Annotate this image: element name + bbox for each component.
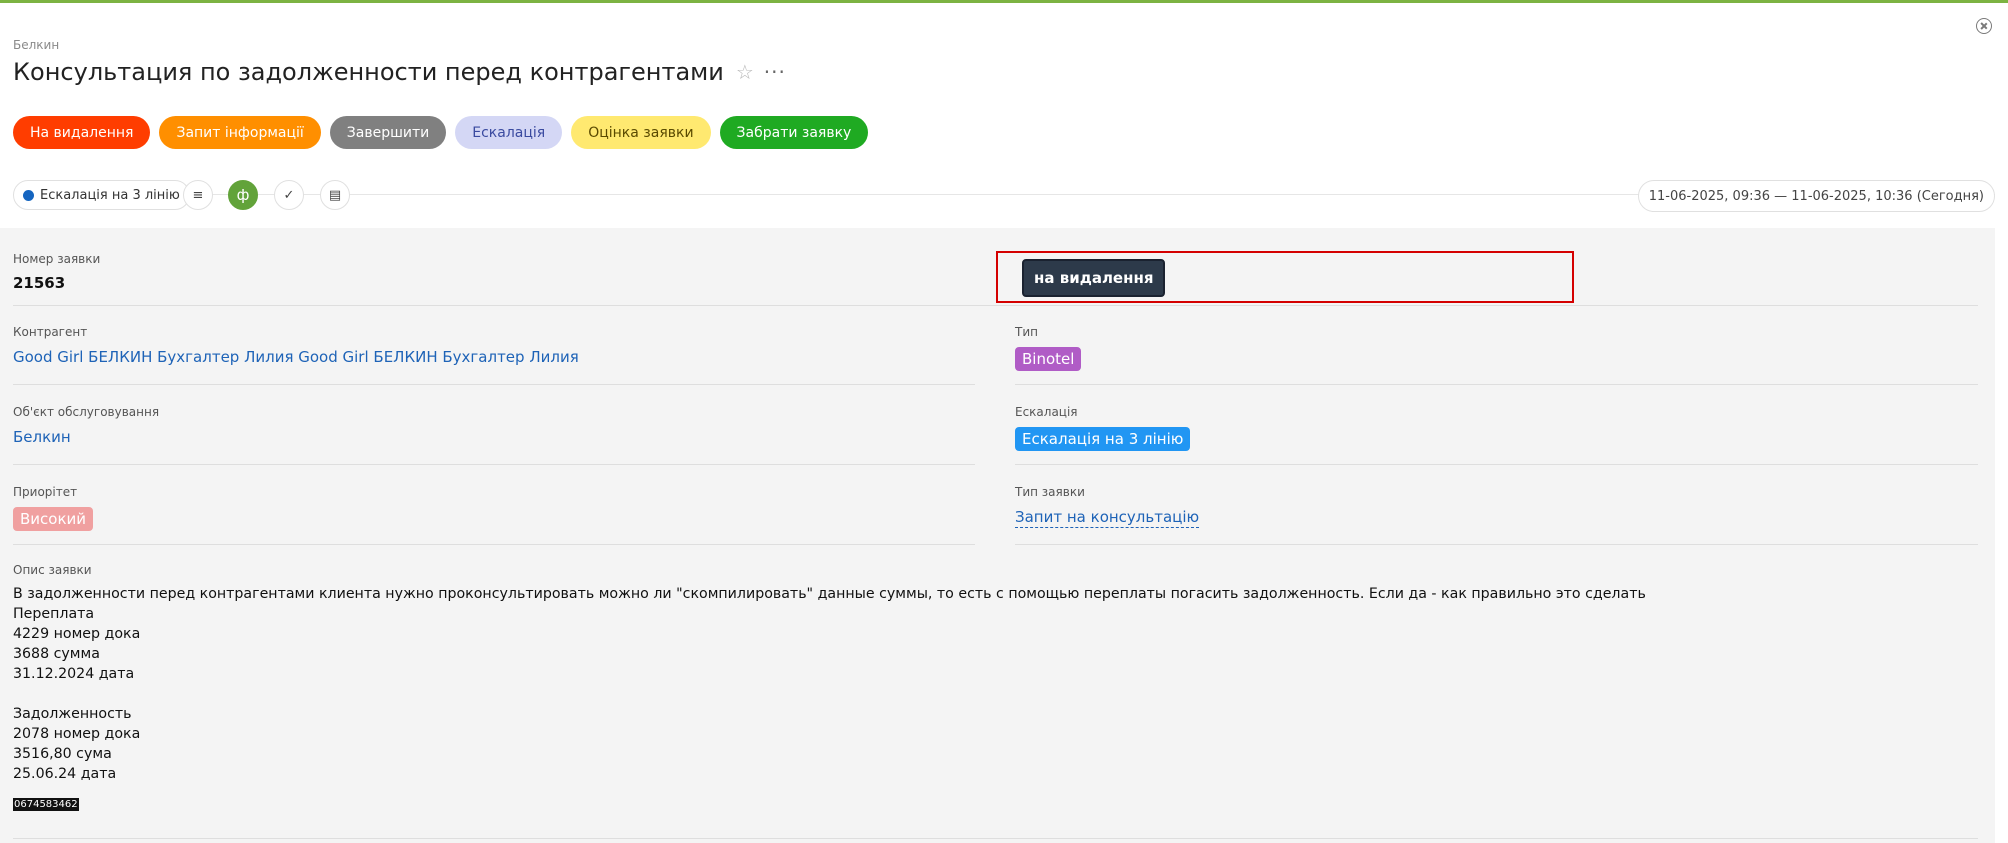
description-field: Опис заявки В задолженности перед контра… <box>13 563 1646 811</box>
row-divider <box>13 544 975 545</box>
escalation-button[interactable]: Ескалація <box>455 116 563 149</box>
priority-tag[interactable]: Високий <box>13 507 94 531</box>
number-field: Номер заявки 21563 <box>13 252 100 292</box>
star-icon[interactable]: ☆ <box>736 60 754 84</box>
take-request-button[interactable]: Забрати заявку <box>719 116 869 149</box>
priority-label: Приорітет <box>13 485 78 499</box>
number-value: 21563 <box>13 274 66 292</box>
escalation-label: Ескалація <box>1015 405 1078 419</box>
stage-label: Ескалація на 3 лінію <box>40 187 180 203</box>
top-accent-bar <box>0 0 2008 3</box>
row-divider <box>1015 544 1978 545</box>
type-tag[interactable]: Binotel <box>1015 347 1082 371</box>
action-buttons: На видалення Запит інформації Завершити … <box>13 116 869 149</box>
escalation-field: Ескалація Ескалація на 3 лінію <box>1015 405 1191 451</box>
to-delete-button[interactable]: На видалення <box>13 116 151 149</box>
row-divider <box>1015 384 1978 385</box>
f-letter-icon[interactable]: ф <box>228 180 258 210</box>
page-title: Консультация по задолженности перед конт… <box>13 58 724 86</box>
description-label: Опис заявки <box>13 563 92 577</box>
description-text: В задолженности перед контрагентами клие… <box>13 586 1646 782</box>
type-label: Тип <box>1015 325 1038 339</box>
row-divider <box>13 305 1978 306</box>
text-lines-icon[interactable]: ≡ <box>183 180 213 210</box>
escalation-tag[interactable]: Ескалація на 3 лінію <box>1015 427 1191 451</box>
request-type-field: Тип заявки Запит на консультацію <box>1015 485 1200 528</box>
object-field: Об'єкт обслуговування Белкин <box>13 405 159 446</box>
note-icon[interactable]: ▤ <box>320 180 350 210</box>
contractor-field: Контрагент Good Girl БЕЛКИН Бухгалтер Ли… <box>13 325 579 366</box>
check-circle-icon[interactable]: ✓ <box>274 180 304 210</box>
rate-request-button[interactable]: Оцінка заявки <box>571 116 711 149</box>
number-label: Номер заявки <box>13 252 101 266</box>
row-divider <box>13 464 975 465</box>
row-divider <box>13 838 1978 839</box>
contractor-link[interactable]: Good Girl БЕЛКИН Бухгалтер Лилия Good Gi… <box>13 348 579 366</box>
close-icon[interactable] <box>1976 18 1992 34</box>
row-divider <box>13 384 975 385</box>
header: Белкин Консультация по задолженности пер… <box>13 38 786 86</box>
title-row: Консультация по задолженности перед конт… <box>13 58 786 86</box>
status-bar: Ескалація на 3 лінію ≡ ф ✓ ▤ 11-06-2025,… <box>13 180 1995 212</box>
priority-field: Приорітет Високий <box>13 485 94 531</box>
contractor-label: Контрагент <box>13 325 88 339</box>
request-type-link[interactable]: Запит на консультацію <box>1015 508 1200 528</box>
request-type-label: Тип заявки <box>1015 485 1085 499</box>
more-icon[interactable]: ··· <box>764 60 786 84</box>
request-info-button[interactable]: Запит інформації <box>159 116 321 149</box>
type-field: Тип Binotel <box>1015 325 1082 371</box>
finish-button[interactable]: Завершити <box>329 116 447 149</box>
breadcrumb[interactable]: Белкин <box>13 38 786 52</box>
status-tag[interactable]: на видалення <box>1022 259 1166 297</box>
stage-dot-icon <box>23 189 34 201</box>
row-divider <box>1015 464 1978 465</box>
object-label: Об'єкт обслуговування <box>13 405 160 419</box>
phone-number: 0674583462 <box>13 798 79 811</box>
stage-chip[interactable]: Ескалація на 3 лінію <box>13 180 190 210</box>
object-link[interactable]: Белкин <box>13 428 159 446</box>
date-range-chip[interactable]: 11-06-2025, 09:36 — 11-06-2025, 10:36 (С… <box>1637 180 1995 212</box>
